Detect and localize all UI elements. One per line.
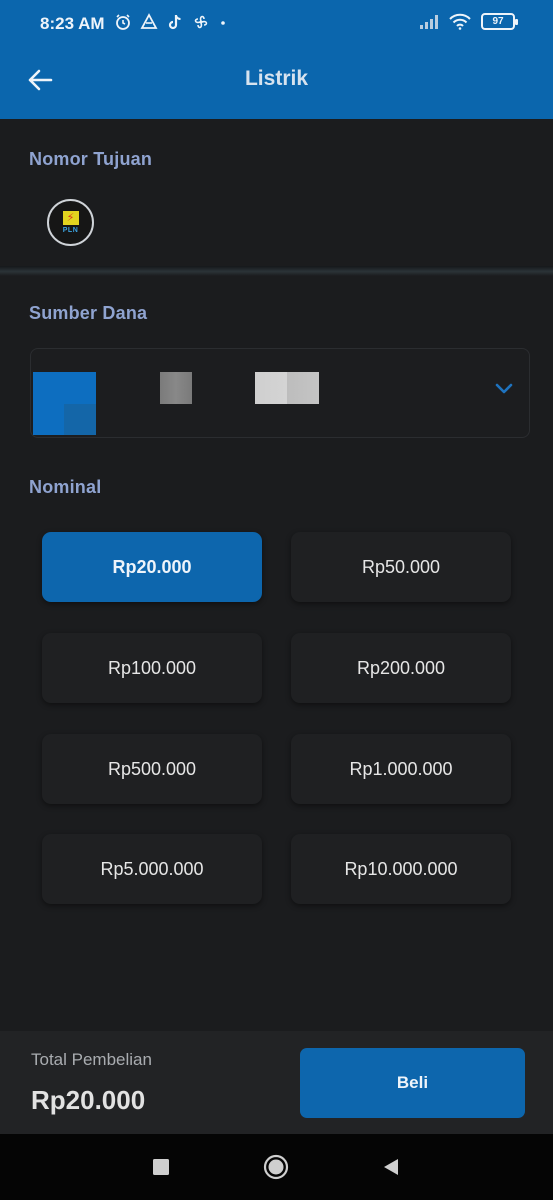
signal-icon <box>420 14 438 29</box>
status-time: 8:23 AM <box>40 14 105 33</box>
purchase-footer: Total Pembelian Rp20.000 Beli <box>0 1031 553 1134</box>
app-screen: 8:23 AM 97 Listrik Nomor Tujuan ⚡ PLN Su… <box>0 0 553 1200</box>
wifi-icon <box>449 13 471 30</box>
battery-icon: 97 <box>481 13 518 30</box>
nominal-option-500000[interactable]: Rp500.000 <box>42 734 262 804</box>
chevron-down-icon <box>495 383 513 394</box>
back-triangle-icon <box>384 1159 398 1175</box>
section-divider <box>0 266 553 276</box>
target-section-label: Nomor Tujuan <box>29 149 153 169</box>
nominal-option-1000000[interactable]: Rp1.000.000 <box>291 734 511 804</box>
nominal-option-100000[interactable]: Rp100.000 <box>42 633 262 703</box>
nominal-option-200000[interactable]: Rp200.000 <box>291 633 511 703</box>
redacted-account-number <box>255 372 319 404</box>
drive-icon <box>140 13 158 29</box>
pln-logo-text: PLN <box>62 227 79 234</box>
notification-icons <box>114 13 228 31</box>
pln-logo[interactable]: ⚡ PLN <box>47 199 94 246</box>
redacted-account-name <box>160 372 192 404</box>
pinwheel-icon <box>194 15 208 29</box>
alarm-icon <box>116 14 130 30</box>
funding-source-selector[interactable] <box>30 348 530 438</box>
total-value: Rp20.000 <box>31 1085 146 1115</box>
system-navigation-bar <box>0 1134 553 1200</box>
back-nav-button[interactable] <box>378 1154 404 1180</box>
tiktok-icon <box>168 15 181 30</box>
recents-square-icon <box>153 1159 169 1175</box>
top-bar: 8:23 AM 97 Listrik <box>0 0 553 119</box>
status-bar: 8:23 AM 97 <box>0 0 553 50</box>
funding-section-label: Sumber Dana <box>29 303 148 323</box>
nominal-option-10000000[interactable]: Rp10.000.000 <box>291 834 511 904</box>
total-label: Total Pembelian <box>31 1050 152 1069</box>
home-circle-icon <box>263 1154 289 1180</box>
buy-button[interactable]: Beli <box>300 1048 525 1118</box>
app-header: Listrik <box>0 50 553 119</box>
nominal-option-5000000[interactable]: Rp5.000.000 <box>42 834 262 904</box>
dot-icon <box>221 21 225 25</box>
nominal-section-label: Nominal <box>29 477 102 497</box>
system-icons: 97 <box>419 13 518 30</box>
home-button[interactable] <box>263 1154 289 1180</box>
recents-button[interactable] <box>148 1154 174 1180</box>
page-title: Listrik <box>244 67 309 90</box>
nominal-option-50000[interactable]: Rp50.000 <box>291 532 511 602</box>
lightning-icon: ⚡ <box>62 211 79 225</box>
funding-card-image <box>33 372 96 435</box>
nominal-option-20000[interactable]: Rp20.000 <box>42 532 262 602</box>
